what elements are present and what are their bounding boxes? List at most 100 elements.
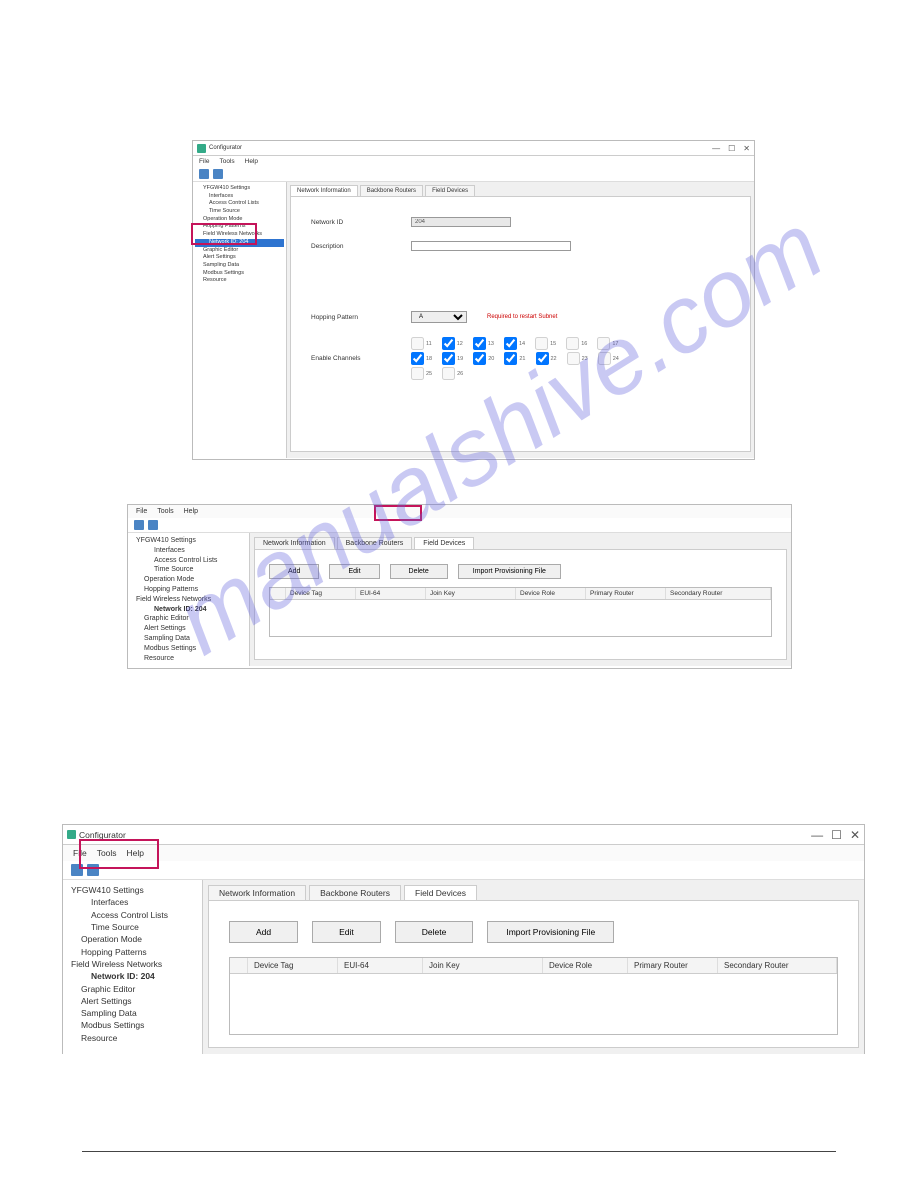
tree-time[interactable]: Time Source (130, 565, 247, 575)
col-primary[interactable]: Primary Router (586, 588, 666, 599)
chk-13[interactable]: 13 (473, 337, 494, 350)
chk-23[interactable]: 23 (567, 352, 588, 365)
col-device-role[interactable]: Device Role (543, 958, 628, 973)
delete-button[interactable]: Delete (390, 564, 448, 579)
tree-opmode[interactable]: Operation Mode (65, 933, 200, 945)
chk-21[interactable]: 21 (504, 352, 525, 365)
input-description[interactable] (411, 241, 571, 251)
tree-acl[interactable]: Access Control Lists (130, 556, 247, 566)
toolbar-icon-2[interactable] (213, 169, 223, 179)
tab-backbone-routers[interactable]: Backbone Routers (337, 537, 413, 549)
chk-12[interactable]: 12 (442, 337, 463, 350)
tree-hopping[interactable]: Hopping Patterns (130, 585, 247, 595)
tree-time[interactable]: Time Source (195, 208, 284, 216)
import-button[interactable]: Import Provisioning File (458, 564, 561, 579)
col-join-key[interactable]: Join Key (426, 588, 516, 599)
toolbar-icon-2[interactable] (87, 864, 99, 876)
tab-field-devices[interactable]: Field Devices (404, 885, 477, 900)
tree-acl[interactable]: Access Control Lists (195, 200, 284, 208)
tree-hopping[interactable]: Hopping Patterns (195, 223, 284, 231)
tree-fwn[interactable]: Field Wireless Networks (130, 595, 247, 605)
tree-resource[interactable]: Resource (130, 654, 247, 664)
tab-backbone-routers[interactable]: Backbone Routers (309, 885, 401, 900)
toolbar-icon-1[interactable] (134, 520, 144, 530)
maximize-button[interactable]: ☐ (831, 828, 842, 842)
tree-netid[interactable]: Network ID: 204 (65, 970, 200, 982)
chk-15[interactable]: 15 (535, 337, 556, 350)
menu-file[interactable]: File (136, 508, 147, 515)
menu-file[interactable]: File (199, 158, 209, 165)
tree-interfaces[interactable]: Interfaces (195, 193, 284, 201)
tree-alert[interactable]: Alert Settings (130, 624, 247, 634)
tree-acl[interactable]: Access Control Lists (65, 909, 200, 921)
maximize-button[interactable]: ☐ (728, 144, 735, 153)
chk-24[interactable]: 24 (598, 352, 619, 365)
tab-network-info[interactable]: Network Information (254, 537, 335, 549)
close-button[interactable]: ✕ (850, 828, 860, 842)
col-primary[interactable]: Primary Router (628, 958, 718, 973)
toolbar-icon-1[interactable] (71, 864, 83, 876)
import-button[interactable]: Import Provisioning File (487, 921, 614, 943)
chk-19[interactable]: 19 (442, 352, 463, 365)
menu-help[interactable]: Help (127, 848, 144, 858)
chk-17[interactable]: 17 (597, 337, 618, 350)
col-device-tag[interactable]: Device Tag (248, 958, 338, 973)
tree-fwn[interactable]: Field Wireless Networks (195, 231, 284, 239)
chk-26[interactable]: 26 (442, 367, 463, 380)
chk-16[interactable]: 16 (566, 337, 587, 350)
tree-sampling[interactable]: Sampling Data (130, 634, 247, 644)
tab-field-devices[interactable]: Field Devices (414, 537, 474, 549)
tree-interfaces[interactable]: Interfaces (130, 546, 247, 556)
tree-root[interactable]: YFGW410 Settings (65, 884, 200, 896)
tab-network-info[interactable]: Network Information (208, 885, 306, 900)
tree-opmode[interactable]: Operation Mode (195, 216, 284, 224)
add-button[interactable]: Add (269, 564, 319, 579)
tree-modbus[interactable]: Modbus Settings (65, 1019, 200, 1031)
tree-root[interactable]: YFGW410 Settings (195, 185, 284, 193)
col-secondary[interactable]: Secondary Router (666, 588, 771, 599)
select-hopping[interactable]: A (411, 311, 467, 323)
tree-sampling[interactable]: Sampling Data (195, 262, 284, 270)
chk-25[interactable]: 25 (411, 367, 432, 380)
tree-netid[interactable]: Network ID: 204 (130, 605, 247, 615)
delete-button[interactable]: Delete (395, 921, 474, 943)
chk-20[interactable]: 20 (473, 352, 494, 365)
tab-backbone-routers[interactable]: Backbone Routers (360, 185, 423, 196)
edit-button[interactable]: Edit (312, 921, 381, 943)
tree-modbus[interactable]: Modbus Settings (195, 270, 284, 278)
tree-resource[interactable]: Resource (65, 1032, 200, 1044)
tree-opmode[interactable]: Operation Mode (130, 575, 247, 585)
tree-alert[interactable]: Alert Settings (65, 995, 200, 1007)
close-button[interactable]: ✕ (743, 144, 750, 153)
tree-fwn[interactable]: Field Wireless Networks (65, 958, 200, 970)
tree-alert[interactable]: Alert Settings (195, 254, 284, 262)
menu-tools[interactable]: Tools (157, 508, 173, 515)
menu-help[interactable]: Help (184, 508, 198, 515)
chk-22[interactable]: 22 (536, 352, 557, 365)
add-button[interactable]: Add (229, 921, 298, 943)
menu-tools[interactable]: Tools (219, 158, 234, 165)
minimize-button[interactable]: — (811, 828, 823, 842)
tab-field-devices[interactable]: Field Devices (425, 185, 475, 196)
menu-file[interactable]: File (73, 848, 87, 858)
tree-netid-selected[interactable]: Network ID: 204 (195, 239, 284, 247)
tree-modbus[interactable]: Modbus Settings (130, 644, 247, 654)
col-device-tag[interactable]: Device Tag (286, 588, 356, 599)
tree-hopping[interactable]: Hopping Patterns (65, 946, 200, 958)
tree-sampling[interactable]: Sampling Data (65, 1007, 200, 1019)
toolbar-icon-1[interactable] (199, 169, 209, 179)
minimize-button[interactable]: — (712, 144, 720, 153)
edit-button[interactable]: Edit (329, 564, 379, 579)
tab-network-info[interactable]: Network Information (290, 185, 358, 196)
tree-graphic[interactable]: Graphic Editor (195, 247, 284, 255)
col-eui[interactable]: EUI-64 (338, 958, 423, 973)
tree-root[interactable]: YFGW410 Settings (130, 536, 247, 546)
menu-help[interactable]: Help (245, 158, 258, 165)
menu-tools[interactable]: Tools (97, 848, 117, 858)
col-device-role[interactable]: Device Role (516, 588, 586, 599)
col-join-key[interactable]: Join Key (423, 958, 543, 973)
tree-interfaces[interactable]: Interfaces (65, 896, 200, 908)
chk-11[interactable]: 11 (411, 337, 432, 350)
tree-time[interactable]: Time Source (65, 921, 200, 933)
col-secondary[interactable]: Secondary Router (718, 958, 837, 973)
